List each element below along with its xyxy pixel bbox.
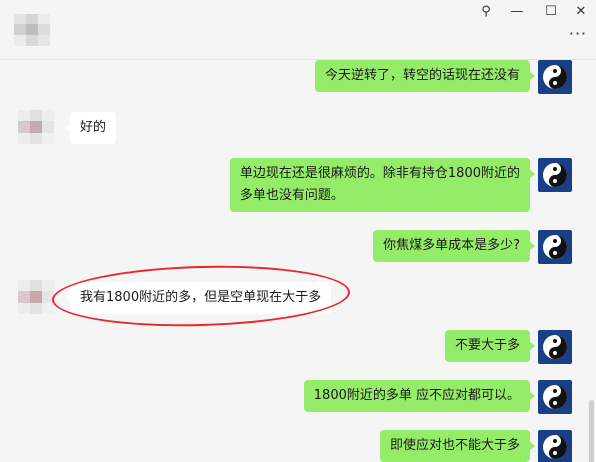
message-bubble-outgoing[interactable]: 你焦煤多单成本是多少? (373, 230, 535, 262)
pin-icon[interactable]: ⚲ (473, 2, 499, 22)
message-text: 1800附近的多单 应不应对都可以。 (313, 388, 520, 403)
self-avatar[interactable] (538, 60, 572, 94)
chat-header: ⚲ — ☐ ✕ ··· (0, 0, 596, 60)
yin-yang-icon (543, 163, 567, 187)
message-bubble-outgoing[interactable]: 今天逆转了，转空的话现在还没有 (314, 60, 536, 92)
message-text: 好的 (80, 120, 107, 135)
self-avatar[interactable] (538, 380, 572, 414)
yin-yang-icon (543, 385, 567, 409)
self-avatar[interactable] (538, 158, 572, 192)
message-bubble-outgoing[interactable]: 即使应对也不能大于多 (379, 430, 536, 462)
message-bubble-incoming[interactable]: 好的 (64, 112, 117, 144)
scrollbar-thumb[interactable] (589, 400, 594, 462)
message-text: 不要大于多 (454, 338, 520, 353)
contact-avatar-blurred[interactable] (14, 14, 50, 46)
maximize-icon[interactable]: ☐ (538, 2, 564, 22)
contact-avatar[interactable] (18, 280, 54, 314)
close-icon[interactable]: ✕ (568, 2, 594, 22)
message-text-line-1: 单边现在还是很麻烦的。除非有持仓1800附近的 (239, 166, 520, 181)
message-text: 你焦煤多单成本是多少? (383, 238, 520, 253)
message-text: 我有1800附近的多，但是空单现在大于多 (80, 290, 322, 305)
self-avatar[interactable] (538, 230, 572, 264)
more-icon[interactable]: ··· (566, 26, 590, 46)
message-text: 今天逆转了，转空的话现在还没有 (324, 68, 520, 83)
minimize-icon[interactable]: — (504, 2, 530, 22)
message-list[interactable]: 今天逆转了，转空的话现在还没有 好的 单边现在还是很麻烦的。除非有持仓1800附… (0, 60, 596, 462)
self-avatar[interactable] (538, 430, 572, 462)
message-bubble-outgoing[interactable]: 1800附近的多单 应不应对都可以。 (303, 380, 536, 412)
yin-yang-icon (543, 235, 567, 259)
yin-yang-icon (543, 335, 567, 359)
contact-avatar[interactable] (18, 110, 54, 144)
yin-yang-icon (543, 435, 567, 459)
yin-yang-icon (543, 65, 567, 89)
message-text: 即使应对也不能大于多 (389, 438, 520, 453)
message-bubble-incoming[interactable]: 我有1800附近的多，但是空单现在大于多 (64, 282, 332, 314)
message-text-line-2: 多单也没有问题。 (239, 188, 344, 203)
message-bubble-outgoing[interactable]: 不要大于多 (444, 330, 536, 362)
message-bubble-outgoing[interactable]: 单边现在还是很麻烦的。除非有持仓1800附近的 多单也没有问题。 (229, 158, 536, 212)
self-avatar[interactable] (538, 330, 572, 364)
